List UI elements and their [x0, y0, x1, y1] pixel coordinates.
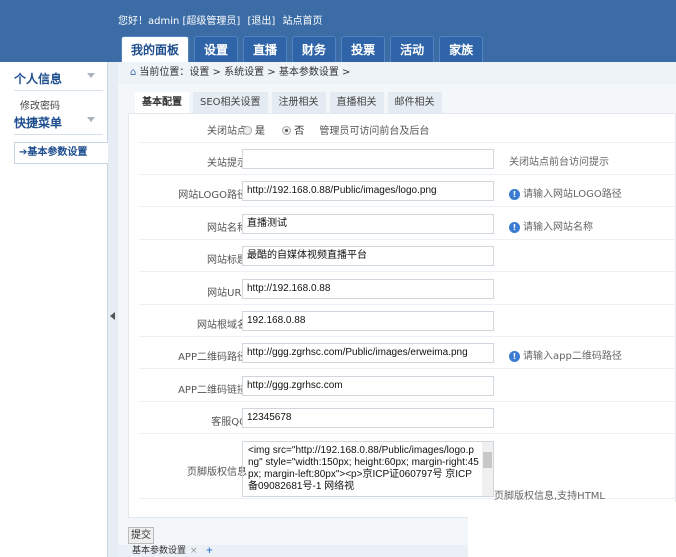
sidebar-item-change-password[interactable]: 修改密码	[20, 97, 107, 112]
form-row: APP二维码链接 http://ggg.zgrhsc.com	[139, 370, 676, 402]
text-input[interactable]: 最酷的自媒体视频直播平台	[242, 246, 494, 267]
form-row: 关站提示 关闭站点前台访问提示	[139, 143, 676, 175]
site-home-link[interactable]: 站点首页	[283, 16, 323, 27]
settings-tabs: 基本配置 SEO相关设置 注册相关 直播相关 邮件相关	[135, 92, 442, 113]
radio-no-label: 否	[294, 126, 305, 137]
footer-textarea[interactable]: <img src="http://192.168.0.88/Public/ima…	[242, 441, 494, 497]
header: 您好！admin [超级管理员] [退出] 站点首页 我的面板 设置 直播 财务 投票活…	[0, 0, 676, 63]
field-label: APP二维码链接	[178, 384, 247, 396]
user-greeting: 您好！admin [超级管理员] [退出] 站点首页	[118, 12, 327, 27]
nav-tab[interactable]: 设置	[194, 36, 239, 62]
textarea-value: <img src="http://192.168.0.88/Public/ima…	[248, 445, 479, 492]
field-hint: 请输入网站LOGO路径	[523, 189, 622, 201]
chevron-down-icon[interactable]	[87, 117, 95, 122]
form-row-footer: 页脚版权信息 <img src="http://192.168.0.88/Pub…	[139, 435, 676, 502]
settings-tab[interactable]: 邮件相关	[387, 92, 442, 113]
text-input[interactable]	[242, 149, 494, 169]
field-label: 网站根域名	[197, 320, 247, 331]
close-icon[interactable]: ×	[190, 546, 198, 556]
textarea-scrollbar[interactable]	[482, 442, 493, 496]
section-title: 个人信息	[14, 72, 63, 86]
settings-tab[interactable]: 基本配置	[135, 92, 189, 113]
form-row-close-site: 关闭站点 是 否 管理员可访问前台及后台	[139, 114, 676, 143]
breadcrumb: ⌂ 当前位置：设置 > 系统设置 > 基本参数设置 >	[118, 62, 676, 84]
nav-tab[interactable]: 财务	[292, 36, 337, 62]
sidebar-item-basic-settings[interactable]: ➔基本参数设置	[14, 142, 108, 164]
greeting-text: 您好！admin [超级管理员]	[118, 16, 241, 27]
info-icon: !	[509, 189, 520, 201]
text-input[interactable]: http://ggg.zgrhsc.com/Public/images/erwe…	[242, 343, 494, 364]
nav-tab[interactable]: 投票	[341, 36, 386, 62]
settings-tab[interactable]: 直播相关	[329, 92, 384, 113]
nav-tab[interactable]: 家族	[439, 36, 484, 62]
radio-yes-label: 是	[255, 126, 265, 137]
text-input[interactable]: http://192.168.0.88	[242, 278, 494, 299]
home-icon: ⌂	[130, 67, 137, 78]
section-title: 快捷菜单	[14, 116, 63, 130]
text-input[interactable]: http://ggg.zgrhsc.com	[242, 375, 494, 396]
sidebar: 个人信息 修改密码 快捷菜单 ➔基本参数设置	[0, 62, 108, 557]
form-row: APP二维码路径 http://ggg.zgrhsc.com/Public/im…	[139, 337, 676, 370]
nav-tab[interactable]: 我的面板	[121, 36, 190, 63]
form-row: 网站URL http://192.168.0.88	[139, 273, 676, 305]
submit-button[interactable]: 提交	[128, 527, 154, 544]
form-row: 客服QQ 12345678	[139, 402, 676, 435]
main-nav: 我的面板 设置 直播 财务 投票 活动 家族	[121, 36, 484, 63]
logout-link[interactable]: [退出]	[248, 16, 276, 27]
text-input[interactable]: 12345678	[242, 408, 494, 429]
form-row: 网站LOGO路径 http://192.168.0.88/Public/imag…	[139, 175, 676, 208]
bottom-tab-basic-settings[interactable]: 基本参数设置	[132, 546, 186, 556]
info-icon: !	[509, 221, 520, 233]
collapse-arrow-icon[interactable]	[110, 312, 115, 320]
radio-no[interactable]	[282, 126, 292, 135]
field-hint: 页脚版权信息,支持HTML	[494, 491, 606, 502]
radio-yes[interactable]	[243, 126, 252, 135]
field-label: 网站名称	[207, 222, 247, 234]
close-site-radios: 是 否 管理员可访问前台及后台	[239, 122, 429, 137]
field-label: 页脚版权信息	[187, 467, 247, 478]
nav-tab[interactable]: 直播	[243, 36, 288, 62]
text-input[interactable]: 192.168.0.88	[242, 311, 494, 331]
sidebar-section-personal[interactable]: 个人信息	[14, 70, 103, 91]
field-label: 关站提示	[207, 158, 247, 169]
sidebar-collapse-bar[interactable]	[108, 62, 118, 557]
settings-tab[interactable]: SEO相关设置	[193, 92, 268, 113]
settings-tab[interactable]: 注册相关	[271, 92, 326, 113]
breadcrumb-text: 当前位置：设置 > 系统设置 > 基本参数设置 >	[139, 67, 351, 78]
field-hint: 关闭站点前台访问提示	[509, 157, 609, 168]
field-hint: 请输入网站名称	[523, 221, 593, 233]
text-input[interactable]: 直播测试	[242, 213, 494, 234]
form-row: 网站标题 最酷的自媒体视频直播平台	[139, 240, 676, 273]
sidebar-section-shortcuts[interactable]: 快捷菜单	[14, 114, 103, 135]
bottom-tab-bar: 基本参数设置 × +	[118, 545, 468, 557]
settings-form: 关闭站点 是 否 管理员可访问前台及后台 关站提示 关闭站点前台访问提示 网站LO…	[128, 113, 676, 518]
nav-tab[interactable]: 活动	[390, 36, 435, 62]
field-hint: 请输入app二维码路径	[523, 351, 622, 363]
form-row: 网站名称 直播测试 ! 请输入网站名称	[139, 208, 676, 240]
info-icon: !	[509, 351, 520, 363]
main-content: 基本配置 SEO相关设置 注册相关 直播相关 邮件相关 关闭站点 是 否 管理员可访问前…	[118, 84, 676, 557]
field-label: 网站LOGO路径	[178, 190, 247, 202]
item-label: 基本参数设置	[27, 147, 88, 158]
add-tab-icon[interactable]: +	[206, 546, 214, 556]
field-hint: 管理员可访问前台及后台	[319, 126, 430, 137]
field-label: 网站标题	[207, 255, 247, 267]
chevron-down-icon[interactable]	[87, 73, 95, 78]
field-label: APP二维码路径	[178, 352, 247, 364]
form-row: 网站根域名 192.168.0.88	[139, 305, 676, 337]
text-input[interactable]: http://192.168.0.88/Public/images/logo.p…	[242, 181, 494, 202]
